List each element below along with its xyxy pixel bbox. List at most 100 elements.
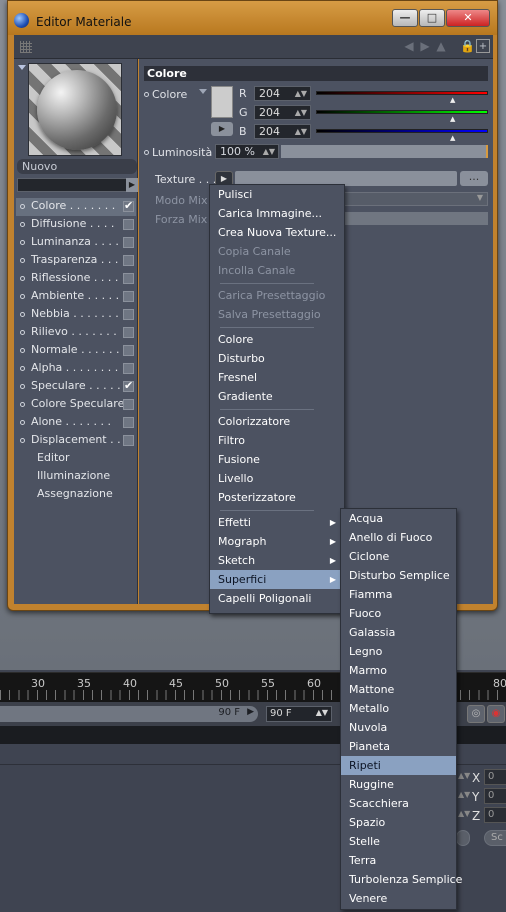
channel-checkbox[interactable] — [123, 327, 134, 338]
channel-checkbox[interactable] — [123, 255, 134, 266]
r-slider[interactable]: ▲ — [316, 91, 488, 104]
forza-mix-slider[interactable] — [339, 212, 488, 225]
menu-item-fusione[interactable]: Fusione — [210, 450, 344, 469]
menu-item-terra[interactable]: Terra — [341, 851, 456, 870]
menu-item-colore[interactable]: Colore — [210, 330, 344, 349]
channel-checkbox[interactable] — [123, 198, 134, 214]
menu-item-metallo[interactable]: Metallo — [341, 699, 456, 718]
channel-checkbox[interactable] — [123, 399, 134, 410]
luminosita-field[interactable]: 100 % ▲▼ — [215, 144, 279, 159]
channel-item-illuminazione[interactable]: Illuminazione — [16, 468, 136, 486]
scale-button[interactable]: Sc — [484, 830, 506, 846]
stepper-icon[interactable]: ▲▼ — [458, 790, 470, 799]
modo-mix-dropdown[interactable]: ▼ — [339, 192, 488, 206]
menu-item-sketch[interactable]: Sketch ▶ — [210, 551, 344, 570]
menu-item-ciclone[interactable]: Ciclone — [341, 547, 456, 566]
channel-item-nebbia[interactable]: Nebbia . . . . . . . — [16, 306, 136, 324]
menu-item-anello-di-fuoco[interactable]: Anello di Fuoco — [341, 528, 456, 547]
animation-dot-icon[interactable] — [144, 150, 149, 155]
material-name-field[interactable]: Nuovo — [17, 159, 137, 174]
channel-item-trasparenza[interactable]: Trasparenza . . . . — [16, 252, 136, 270]
lock-icon[interactable]: 🔒 — [460, 39, 475, 53]
channel-item-luminanza[interactable]: Luminanza . . . . . — [16, 234, 136, 252]
menu-item-acqua[interactable]: Acqua — [341, 509, 456, 528]
menu-item-crea-nuova-texture[interactable]: Crea Nuova Texture... — [210, 223, 344, 242]
end-frame-field[interactable]: 90 F ▲▼ — [266, 706, 332, 722]
menu-item-pulisci[interactable]: Pulisci — [210, 185, 344, 204]
new-panel-icon[interactable]: + — [476, 39, 490, 53]
menu-item-disturbo-semplice[interactable]: Disturbo Semplice — [341, 566, 456, 585]
r-value-field[interactable]: 204 ▲▼ — [254, 86, 311, 101]
channel-item-displacement[interactable]: Displacement . . . . — [16, 432, 136, 450]
material-preview[interactable] — [28, 63, 122, 156]
channel-item-ambiente[interactable]: Ambiente . . . . . . — [16, 288, 136, 306]
channel-item-diffusione[interactable]: Diffusione . . . . — [16, 216, 136, 234]
channel-item-normale[interactable]: Normale . . . . . . — [16, 342, 136, 360]
channel-item-colore-speculare[interactable]: Colore Speculare — [16, 396, 136, 414]
frame-range-slider[interactable]: 90 F ▶ — [0, 706, 258, 722]
channel-item-rilievo[interactable]: Rilievo . . . . . . . — [16, 324, 136, 342]
channel-item-alpha[interactable]: Alpha . . . . . . . . — [16, 360, 136, 378]
channel-checkbox[interactable] — [123, 237, 134, 248]
menu-item-colorizzatore[interactable]: Colorizzatore — [210, 412, 344, 431]
menu-item-ruggine[interactable]: Ruggine — [341, 775, 456, 794]
up-arrow-icon[interactable]: ▲ — [434, 39, 448, 53]
menu-item-livello[interactable]: Livello — [210, 469, 344, 488]
title-bar[interactable]: Editor Materiale — □ ✕ — [8, 1, 497, 35]
coord-z-field[interactable]: 0 cm — [484, 807, 506, 823]
menu-item-gradiente[interactable]: Gradiente — [210, 387, 344, 406]
menu-item-scacchiera[interactable]: Scacchiera — [341, 794, 456, 813]
menu-item-superfici[interactable]: Superfici ▶ — [210, 570, 344, 589]
close-button[interactable]: ✕ — [446, 9, 490, 27]
texture-browse-button[interactable]: ... — [460, 171, 488, 186]
menu-item-ripeti[interactable]: Ripeti — [341, 756, 456, 775]
forward-arrow-icon[interactable]: ▶ — [418, 39, 432, 53]
g-slider[interactable]: ▲ — [316, 110, 488, 123]
channel-checkbox[interactable] — [123, 435, 134, 446]
coord-x-field[interactable]: 0 cm — [484, 769, 506, 785]
color-swatch[interactable] — [211, 86, 233, 118]
expand-arrow-icon[interactable]: ▶ — [126, 178, 138, 192]
menu-item-pianeta[interactable]: Pianeta — [341, 737, 456, 756]
menu-item-fuoco[interactable]: Fuoco — [341, 604, 456, 623]
menu-item-mattone[interactable]: Mattone — [341, 680, 456, 699]
grip-icon[interactable] — [20, 41, 32, 53]
stepper-icon[interactable]: ▲▼ — [458, 809, 470, 818]
channel-item-riflessione[interactable]: Riflessione . . . . — [16, 270, 136, 288]
channel-item-colore[interactable]: Colore . . . . . . . — [16, 198, 136, 216]
channel-item-speculare[interactable]: Speculare . . . . . . — [16, 378, 136, 396]
channel-checkbox[interactable] — [123, 219, 134, 230]
menu-item-stelle[interactable]: Stelle — [341, 832, 456, 851]
menu-item-posterizzatore[interactable]: Posterizzatore — [210, 488, 344, 507]
channel-checkbox[interactable] — [123, 291, 134, 302]
channel-checkbox[interactable] — [123, 363, 134, 374]
menu-item-legno[interactable]: Legno — [341, 642, 456, 661]
menu-item-mograph[interactable]: Mograph ▶ — [210, 532, 344, 551]
menu-item-venere[interactable]: Venere — [341, 889, 456, 908]
g-value-field[interactable]: 204 ▲▼ — [254, 105, 311, 120]
color-picker-expand-button[interactable]: ▶ — [211, 122, 233, 136]
animation-dot-icon[interactable] — [144, 92, 149, 97]
material-search-field[interactable] — [17, 178, 127, 192]
channel-checkbox[interactable] — [123, 378, 134, 394]
menu-item-filtro[interactable]: Filtro — [210, 431, 344, 450]
back-arrow-icon[interactable]: ◀ — [402, 39, 416, 53]
autokey-icon[interactable]: ◎ — [467, 705, 485, 723]
channel-item-editor[interactable]: Editor — [16, 450, 136, 468]
b-slider[interactable]: ▲ — [316, 129, 488, 142]
menu-item-nuvola[interactable]: Nuvola — [341, 718, 456, 737]
menu-item-disturbo[interactable]: Disturbo — [210, 349, 344, 368]
luminosita-slider[interactable] — [281, 145, 488, 158]
coord-y-field[interactable]: 0 cm — [484, 788, 506, 804]
menu-item-fiamma[interactable]: Fiamma — [341, 585, 456, 604]
maximize-button[interactable]: □ — [419, 9, 445, 27]
menu-item-carica-immagine[interactable]: Carica Immagine... — [210, 204, 344, 223]
coord-mode-dropdown[interactable] — [456, 830, 470, 846]
channel-checkbox[interactable] — [123, 273, 134, 284]
minimize-button[interactable]: — — [392, 9, 418, 27]
channel-item-alone[interactable]: Alone . . . . . . . — [16, 414, 136, 432]
menu-item-turbolenza-semplice[interactable]: Turbolenza Semplice — [341, 870, 462, 889]
b-value-field[interactable]: 204 ▲▼ — [254, 124, 311, 139]
channel-checkbox[interactable] — [123, 345, 134, 356]
menu-item-effetti[interactable]: Effetti ▶ — [210, 513, 344, 532]
